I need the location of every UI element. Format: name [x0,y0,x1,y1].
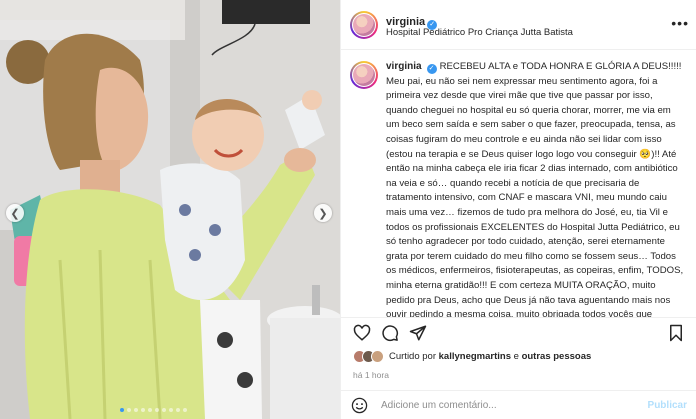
liked-by-others[interactable]: outras pessoas [522,351,592,362]
avatar[interactable] [350,11,378,39]
likes-summary[interactable]: Curtido por kallynegmartins e outras pes… [353,350,591,363]
actions-bar [341,317,696,347]
photo-illustration [0,0,340,419]
heart-icon[interactable] [353,324,371,342]
caption-body: RECEBEU ALTA e TODA HONRA E GLÓRIA A DEU… [386,61,684,317]
carousel-dot [120,408,124,412]
share-icon[interactable] [409,324,427,342]
carousel-dot [134,408,138,412]
caption: virginia ✓ RECEBEU ALTA e TODA HONRA E GLÓ… [386,60,686,317]
carousel-dot [141,408,145,412]
chevron-left-icon[interactable]: ❮ [6,204,24,222]
carousel-dot [127,408,131,412]
bookmark-icon[interactable] [667,324,685,342]
more-options-icon[interactable]: ••• [671,15,689,31]
carousel-dot [176,408,180,412]
post-details: virginia ✓ Hospital Pediátrico Pro Crianç… [340,0,696,419]
location-link[interactable]: Hospital Pediátrico Pro Criança Jutta Ba… [386,27,573,38]
liker-avatars [353,350,384,363]
post-photo[interactable]: ❮ ❯ [0,0,340,419]
post-timestamp[interactable]: há 1 hora [353,370,389,380]
carousel-dot [155,408,159,412]
comment-icon[interactable] [381,324,399,342]
carousel-dot [169,408,173,412]
post-header: virginia ✓ Hospital Pediátrico Pro Crianç… [341,0,696,50]
liked-by-prefix: Curtido por [389,351,436,362]
chevron-right-icon[interactable]: ❯ [314,204,332,222]
emoji-icon[interactable] [351,397,368,414]
avatar [371,350,384,363]
avatar[interactable] [350,61,378,89]
comment-bar: Publicar [341,390,696,419]
caption-area: virginia ✓ RECEBEU ALTA e TODA HONRA E GLÓ… [341,50,696,317]
publish-button[interactable]: Publicar [648,400,687,411]
liked-by-user[interactable]: kallynegmartins [439,351,511,362]
carousel-dots [120,408,187,412]
liked-by-connector: e [513,351,519,362]
caption-username[interactable]: virginia [386,61,422,72]
carousel-dot [148,408,152,412]
carousel-dot [183,408,187,412]
comment-input[interactable] [381,397,641,414]
verified-badge-icon: ✓ [426,64,437,74]
carousel-dot [162,408,166,412]
